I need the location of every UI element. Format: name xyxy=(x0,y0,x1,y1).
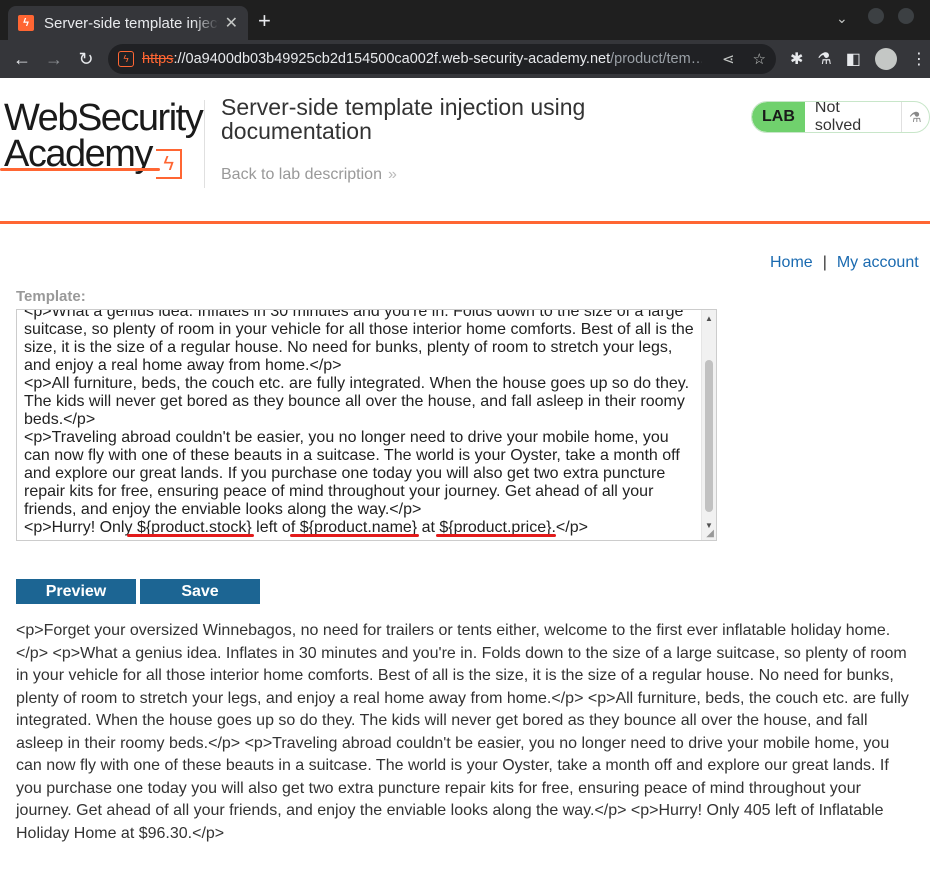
home-link[interactable]: Home xyxy=(770,254,813,271)
preview-button[interactable]: Preview xyxy=(16,579,136,604)
my-account-link[interactable]: My account xyxy=(837,254,919,271)
template-label: Template: xyxy=(16,288,86,305)
save-button[interactable]: Save xyxy=(140,579,260,604)
web-security-academy-logo[interactable]: WebSecurity Academy ϟ xyxy=(4,99,204,179)
lab-badge: LAB xyxy=(752,102,805,132)
back-to-lab-description-link[interactable]: Back to lab description» xyxy=(221,166,397,184)
maximize-button[interactable] xyxy=(898,8,914,24)
lab-title: Server-side template injection using doc… xyxy=(221,94,586,144)
browser-tab[interactable]: ϟ Server-side template injection using d… xyxy=(8,6,248,40)
status-text: Not solved xyxy=(804,102,901,132)
url-text: https://0a9400db03b49925cb2d154500ca002f… xyxy=(142,51,702,67)
annotation-underline-stock xyxy=(127,534,254,537)
template-textarea[interactable]: <p>What a genius idea. Inflates in 30 mi… xyxy=(16,309,717,541)
close-tab-icon[interactable]: ✕ xyxy=(225,13,238,33)
lightning-icon: ϟ xyxy=(18,15,34,31)
bookmark-star-icon[interactable]: ☆ xyxy=(753,50,766,68)
editor-scrollbar[interactable]: ▲ ▼ xyxy=(701,310,716,540)
lab-status-widget: LAB Not solved ⚗ xyxy=(751,101,930,133)
logo-underline xyxy=(0,168,160,171)
back-arrow-icon[interactable]: ← xyxy=(6,43,38,75)
browser-tab-bar: ϟ Server-side template injection using d… xyxy=(0,0,930,40)
logo-bolt-icon: ϟ xyxy=(155,149,182,179)
preview-output: <p>Forget your oversized Winnebagos, no … xyxy=(16,622,909,842)
nav-separator: | xyxy=(822,254,827,271)
chevron-down-icon[interactable]: ⌄ xyxy=(836,10,848,27)
profile-avatar[interactable] xyxy=(874,48,897,70)
more-menu-icon[interactable]: ⋮ xyxy=(911,49,927,69)
top-nav: Home | My account xyxy=(770,254,919,272)
template-content: <p>What a genius idea. Inflates in 30 mi… xyxy=(24,310,698,537)
flask-icon: ⚗ xyxy=(900,102,929,132)
minimize-button[interactable] xyxy=(868,8,884,24)
scroll-up-arrow-icon: ▲ xyxy=(705,314,713,323)
double-chevron-icon: » xyxy=(387,166,397,183)
annotation-underline-price xyxy=(436,534,556,537)
tab-title: Server-side template injection using doc… xyxy=(44,14,219,32)
reload-icon[interactable]: ↻ xyxy=(70,43,102,75)
address-bar[interactable]: ϟ https://0a9400db03b49925cb2d154500ca00… xyxy=(108,44,776,74)
forward-arrow-icon[interactable]: → xyxy=(38,43,70,75)
extensions-icon[interactable]: ✱ xyxy=(790,49,803,69)
share-icon[interactable]: ⋖ xyxy=(722,50,735,68)
resize-handle-icon[interactable]: ◢ xyxy=(706,528,714,539)
annotation-underline-name xyxy=(290,534,419,537)
site-info-icon[interactable]: ϟ xyxy=(118,51,134,67)
scroll-thumb xyxy=(705,360,713,512)
new-tab-button[interactable]: + xyxy=(258,8,271,34)
side-panel-icon[interactable]: ◧ xyxy=(846,49,861,69)
labs-flask-icon[interactable]: ⚗ xyxy=(817,49,831,69)
header-divider xyxy=(204,100,205,188)
